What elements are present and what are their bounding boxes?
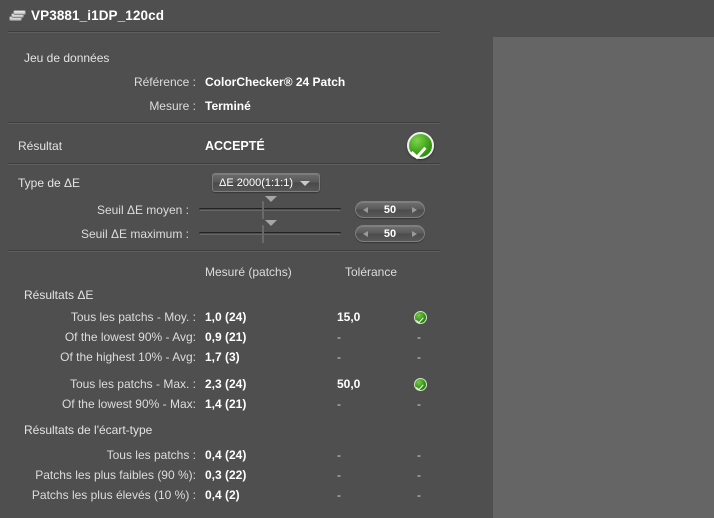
table-row-measured: 0,4 (24) (205, 448, 247, 462)
arrow-left-icon[interactable] (363, 206, 368, 213)
measurement-label: Mesure : (149, 99, 196, 113)
delta-e-type-label: Type de ΔE (18, 176, 81, 190)
table-row-measured: 0,3 (22) (205, 468, 247, 482)
table-row-status: - (417, 448, 421, 462)
table-row-tolerance: - (337, 488, 341, 502)
table-row-label: Of the lowest 90% - Max: (61, 397, 196, 411)
table-row-measured: 0,4 (2) (205, 488, 240, 502)
report-content-pane: VP3881_i1DP_120cd Jeu de données Référen… (0, 0, 493, 518)
arrow-right-icon[interactable] (412, 206, 417, 213)
divider-result (8, 163, 440, 165)
table-row-status-icon (414, 378, 427, 391)
right-side-panel (493, 37, 714, 518)
column-header-measured: Mesuré (patchs) (205, 265, 292, 279)
result-value: ACCEPTÉ (205, 139, 265, 153)
table-row-label: Tous les patchs : (106, 448, 196, 462)
table-row-tolerance: - (337, 468, 341, 482)
table-row-label: Of the lowest 90% - Avg: (64, 330, 196, 344)
result-label: Résultat (18, 139, 63, 153)
delta-e-type-selected-value: ΔE 2000(1:1:1) (219, 176, 294, 189)
divider-dataset (8, 122, 440, 124)
page-title: VP3881_i1DP_120cd (31, 8, 165, 23)
delta-e-type-dropdown[interactable]: ΔE 2000(1:1:1) (212, 173, 320, 192)
result-status-badge-icon (407, 132, 434, 159)
section-title-standard-deviation: Résultats de l'écart-type (24, 423, 153, 437)
arrow-left-icon[interactable] (363, 230, 368, 237)
max-threshold-spinner[interactable]: 50 (355, 225, 425, 242)
table-row-status: - (417, 330, 421, 344)
mean-threshold-value: 50 (383, 203, 397, 216)
reference-value: ColorChecker® 24 Patch (205, 75, 346, 89)
table-row-label: Tous les patchs - Max. : (69, 377, 196, 391)
divider-title (8, 31, 440, 33)
table-row-status-icon (414, 311, 427, 324)
table-row-status: - (417, 397, 421, 411)
slider-handle[interactable] (262, 220, 277, 243)
table-row-measured: 1,0 (24) (205, 310, 247, 324)
table-row-status: - (417, 468, 421, 482)
section-title-delta-e: Résultats ΔE (24, 288, 94, 302)
window-titlebar: VP3881_i1DP_120cd (0, 0, 493, 31)
mean-threshold-label: Seuil ΔE moyen : (96, 203, 189, 217)
table-row-tolerance: - (337, 448, 341, 462)
mean-threshold-spinner[interactable]: 50 (355, 201, 425, 218)
max-threshold-value: 50 (383, 227, 397, 240)
chevron-down-icon (300, 181, 310, 186)
slider-handle[interactable] (262, 196, 277, 219)
table-row-measured: 0,9 (21) (205, 330, 247, 344)
table-row-label: Patchs les plus élevés (10 %) : (31, 488, 196, 502)
column-header-tolerance: Tolérance (345, 265, 398, 279)
table-row-label: Of the highest 10% - Avg: (60, 350, 196, 364)
table-row-measured: 1,7 (3) (205, 350, 240, 364)
max-threshold-slider[interactable] (199, 220, 341, 243)
table-row-tolerance: 50,0 (337, 377, 361, 391)
table-row-measured: 2,3 (24) (205, 377, 247, 391)
divider-settings (8, 250, 440, 252)
table-row-tolerance: - (337, 350, 341, 364)
measurement-value: Terminé (205, 99, 251, 113)
table-row-status: - (417, 350, 421, 364)
mean-threshold-slider[interactable] (199, 196, 341, 219)
application-window: VP3881_i1DP_120cd Jeu de données Référen… (0, 0, 714, 518)
arrow-right-icon[interactable] (412, 230, 417, 237)
table-row-tolerance: - (337, 330, 341, 344)
table-row-status: - (417, 488, 421, 502)
reference-label: Référence : (133, 75, 196, 89)
table-row-label: Tous les patchs - Moy. : (70, 310, 196, 324)
table-row-tolerance: 15,0 (337, 310, 361, 324)
table-row-label: Patchs les plus faibles (90 %): (35, 468, 196, 482)
table-row-tolerance: - (337, 397, 341, 411)
stacked-discs-icon (9, 9, 26, 23)
table-row-measured: 1,4 (21) (205, 397, 247, 411)
max-threshold-label: Seuil ΔE maximum : (80, 227, 189, 241)
dataset-section-label: Jeu de données (24, 51, 110, 65)
